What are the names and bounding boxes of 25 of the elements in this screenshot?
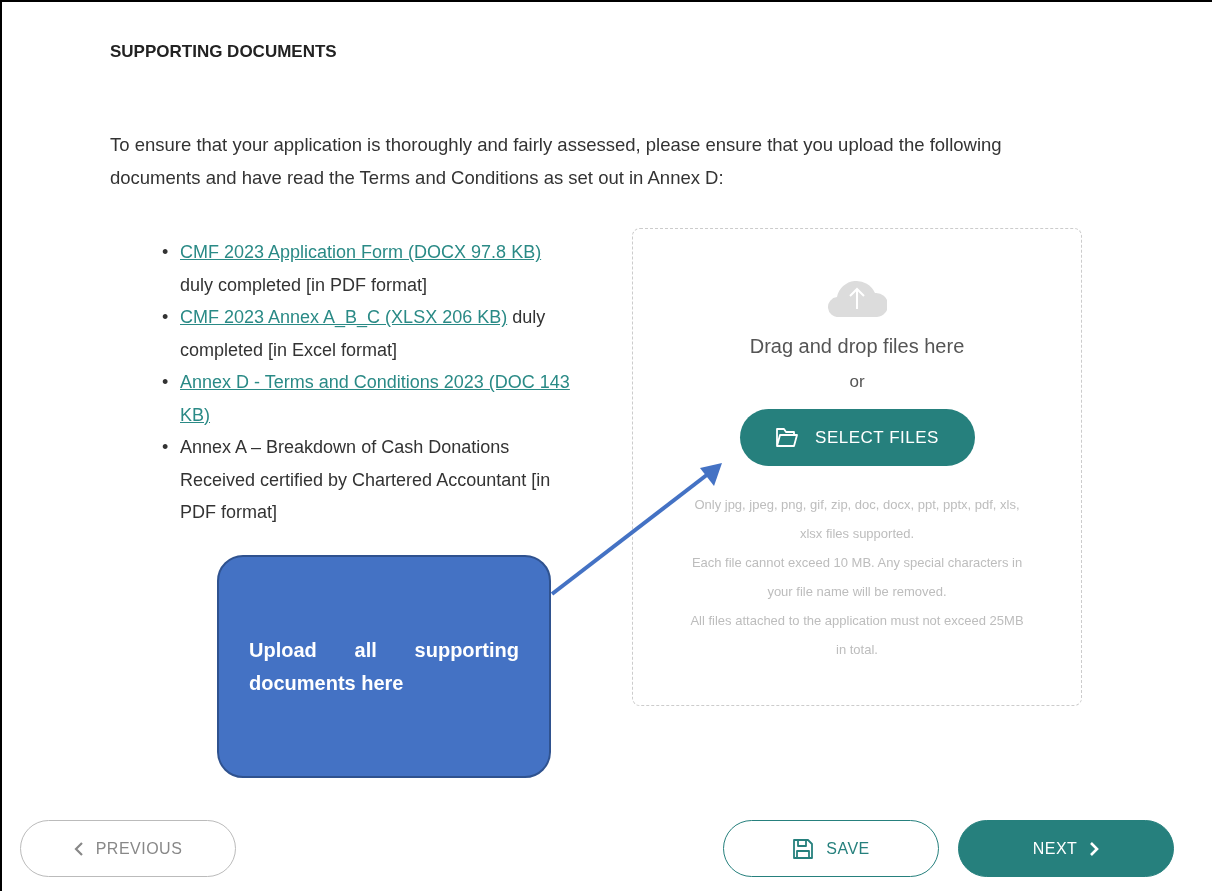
chevron-left-icon	[73, 840, 84, 857]
callout-text: Upload all supporting documents here	[249, 637, 519, 696]
intro-paragraph: To ensure that your application is thoroughly and fairly assessed, please ensure that you upload the following documents and have read the Terms and Conditions as set out in Annex D:	[110, 133, 1003, 191]
file-requirements-note: Each file cannot exceed 10 MB. Any special characters in your file name will be removed.	[690, 553, 1024, 601]
folder-icon	[775, 426, 800, 449]
file-requirements-note: Only jpg, jpeg, png, gif, zip, doc, docx, ppt, pptx, pdf, xls, xlsx files supported.	[693, 495, 1021, 543]
previous-button[interactable]: PREVIOUS	[20, 820, 236, 877]
document-description: Annex A – Breakdown of Cash Donations Received certified by Chartered Accountant [in PDF format]	[180, 436, 552, 525]
or-label: or	[848, 371, 866, 394]
document-link[interactable]: CMF 2023 Annex A_B_C (XLSX 206 KB)	[180, 301, 508, 334]
bullet: •	[162, 436, 170, 460]
bullet: •	[162, 241, 170, 265]
document-link[interactable]: CMF 2023 Application Form (DOCX 97.8 KB)	[180, 236, 542, 269]
dropzone-prompt: Drag and drop files here	[748, 334, 966, 360]
chevron-right-icon	[1089, 840, 1100, 857]
section-heading: SUPPORTING DOCUMENTS	[110, 42, 338, 63]
dropzone[interactable]	[632, 228, 1082, 707]
save-button[interactable]: SAVE	[723, 820, 939, 877]
select-files-button[interactable]: SELECT FILES	[739, 408, 975, 466]
document-link[interactable]: Annex D - Terms and Conditions 2023 (DOC 143 KB)	[180, 366, 570, 432]
bullet: •	[162, 371, 170, 395]
bullet: •	[162, 306, 170, 330]
document-description: CMF 2023 Annex A_B_C (XLSX 206 KB) duly completed [in Excel format]	[180, 301, 570, 367]
file-requirements-note: All files attached to the application must not exceed 25MB in total.	[689, 611, 1025, 659]
next-button[interactable]: NEXT	[958, 820, 1174, 877]
